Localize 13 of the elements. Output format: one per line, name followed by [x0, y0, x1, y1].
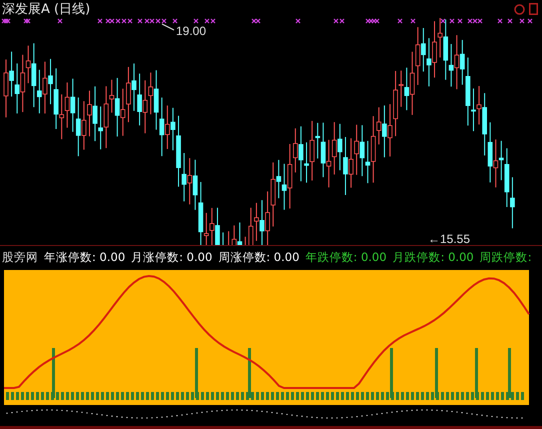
indicator-value: 月跌停数: 0.00: [392, 250, 474, 264]
chart-title: 深发展A (日线): [2, 1, 90, 18]
indicator-name: 股旁网: [2, 250, 38, 264]
price-label: ←15.55: [428, 232, 470, 246]
leader-line: [162, 24, 174, 30]
indicator-value: 周涨停数: 0.00: [218, 250, 300, 264]
indicator-value: 月涨停数: 0.00: [131, 250, 212, 264]
square-icon[interactable]: [529, 3, 538, 15]
indicator-value: 周跌停数:: [480, 250, 532, 264]
price-label: 19.00: [176, 24, 206, 38]
indicator-value: 年涨停数: 0.00: [44, 250, 126, 264]
circle-icon[interactable]: [514, 4, 525, 14]
indicator-value: 年跌停数: 0.00: [305, 250, 387, 264]
